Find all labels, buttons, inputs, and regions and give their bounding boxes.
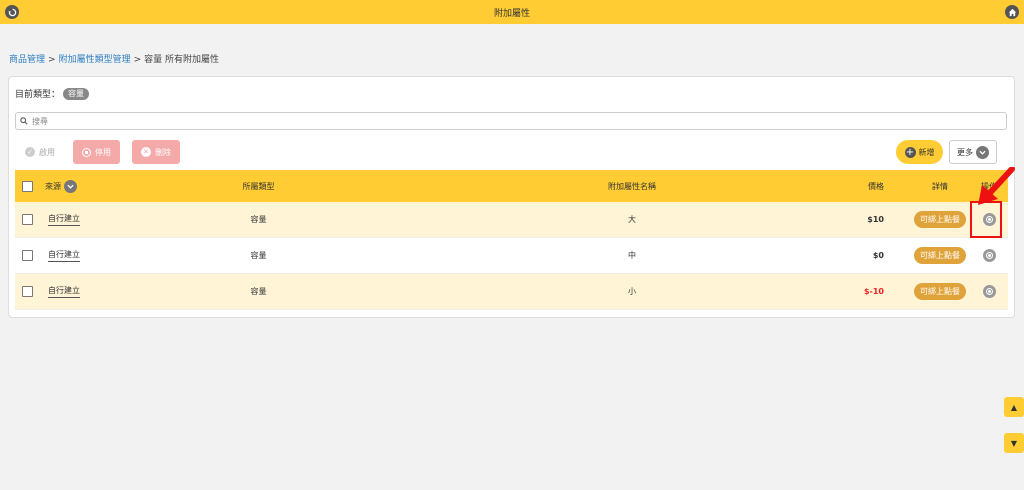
row-source[interactable]: 自行建立	[48, 213, 80, 226]
check-icon: ✓	[25, 147, 35, 157]
add-label: 新增	[918, 147, 935, 157]
delete-label: 刪除	[155, 147, 171, 157]
enable-button[interactable]: ✓ 啟用	[17, 140, 63, 164]
column-source[interactable]: 來源	[45, 170, 77, 202]
breadcrumb-current: 容量 所有附加屬性	[144, 55, 219, 65]
row-price: $-10	[863, 287, 884, 296]
row-type: 容量	[250, 287, 267, 296]
row-type: 容量	[250, 251, 267, 260]
column-name: 附加屬性名稱	[608, 181, 656, 191]
row-name: 大	[628, 215, 636, 224]
scroll-down-button[interactable]: ▼	[1004, 433, 1024, 453]
breadcrumb: 商品管理 > 附加屬性類型管理 > 容量 所有附加屬性	[9, 52, 219, 65]
table-row: 自行建立 容量 大 $10 可綁上點餐	[15, 202, 1008, 238]
column-type: 所屬類型	[242, 181, 275, 191]
row-source-cell: 自行建立	[45, 274, 80, 309]
gear-icon[interactable]	[982, 249, 996, 262]
row-source-cell: 自行建立	[45, 238, 80, 273]
row-operation-cell	[977, 238, 1001, 273]
top-bar: 附加屬性	[0, 0, 1024, 24]
column-source-label: 來源	[45, 181, 61, 191]
home-icon	[1008, 8, 1016, 16]
chevron-down-icon	[976, 145, 989, 159]
row-detail-cell: 可綁上點餐	[910, 274, 970, 309]
current-type: 目前類型： 容量	[15, 87, 90, 100]
row-check-cell	[22, 274, 33, 309]
disable-label: 停用	[95, 147, 111, 157]
breadcrumb-separator: >	[133, 55, 142, 65]
disable-button[interactable]: 停用	[73, 140, 120, 164]
chevron-down-icon[interactable]	[64, 179, 77, 193]
row-detail-cell: 可綁上點餐	[910, 238, 970, 273]
row-source-cell: 自行建立	[45, 202, 80, 237]
red-arrow-icon	[978, 167, 1015, 205]
content-card: 目前類型： 容量 ✓ 啟用 停用 ✕ 刪除 +新增 更多 來源 所屬類型 附加屬性名…	[8, 76, 1015, 318]
current-type-badge: 容量	[63, 87, 90, 100]
close-icon: ✕	[141, 147, 151, 157]
select-all-cell	[22, 170, 33, 202]
row-price: $0	[872, 251, 884, 260]
row-checkbox[interactable]	[22, 214, 33, 225]
gear-icon[interactable]	[982, 285, 996, 298]
row-type: 容量	[250, 215, 267, 224]
row-source[interactable]: 自行建立	[48, 285, 80, 298]
current-type-label: 目前類型：	[15, 90, 61, 100]
row-checkbox[interactable]	[22, 286, 33, 297]
row-checkbox[interactable]	[22, 250, 33, 261]
row-check-cell	[22, 202, 33, 237]
attribute-table: 來源 所屬類型 附加屬性名稱 價格 詳情 操作 自行建立 容量 大 $10 可綁…	[15, 170, 1008, 310]
row-check-cell	[22, 238, 33, 273]
search-box[interactable]	[15, 112, 1007, 130]
more-label: 更多	[957, 147, 973, 157]
table-header: 來源 所屬類型 附加屬性名稱 價格 詳情 操作	[15, 170, 1008, 202]
home-button[interactable]	[1005, 5, 1019, 19]
breadcrumb-product-management[interactable]: 商品管理	[9, 55, 45, 65]
delete-button[interactable]: ✕ 刪除	[132, 140, 180, 164]
detail-button[interactable]: 可綁上點餐	[914, 211, 966, 228]
select-all-checkbox[interactable]	[22, 180, 33, 192]
table-row: 自行建立 容量 中 $0 可綁上點餐	[15, 238, 1008, 274]
plus-icon: +	[904, 146, 916, 158]
enable-label: 啟用	[39, 147, 55, 157]
search-icon	[20, 117, 28, 125]
table-row: 自行建立 容量 小 $-10 可綁上點餐	[15, 274, 1008, 310]
more-button[interactable]: 更多	[949, 140, 997, 164]
row-price: $10	[867, 215, 884, 224]
scroll-up-button[interactable]: ▲	[1004, 397, 1024, 417]
search-input[interactable]	[32, 116, 932, 126]
row-name: 中	[628, 251, 636, 260]
breadcrumb-separator: >	[48, 55, 56, 65]
detail-button[interactable]: 可綁上點餐	[914, 247, 966, 264]
detail-button[interactable]: 可綁上點餐	[914, 283, 966, 300]
column-price: 價格	[868, 181, 884, 191]
add-button[interactable]: + 新增	[896, 140, 943, 164]
row-operation-cell	[977, 274, 1001, 309]
column-detail: 詳情	[932, 181, 948, 191]
row-source[interactable]: 自行建立	[48, 249, 80, 262]
breadcrumb-attribute-type-management[interactable]: 附加屬性類型管理	[59, 55, 131, 65]
row-detail-cell: 可綁上點餐	[910, 202, 970, 237]
page-title: 附加屬性	[493, 9, 530, 19]
stop-icon	[82, 147, 91, 157]
row-name: 小	[628, 287, 636, 296]
